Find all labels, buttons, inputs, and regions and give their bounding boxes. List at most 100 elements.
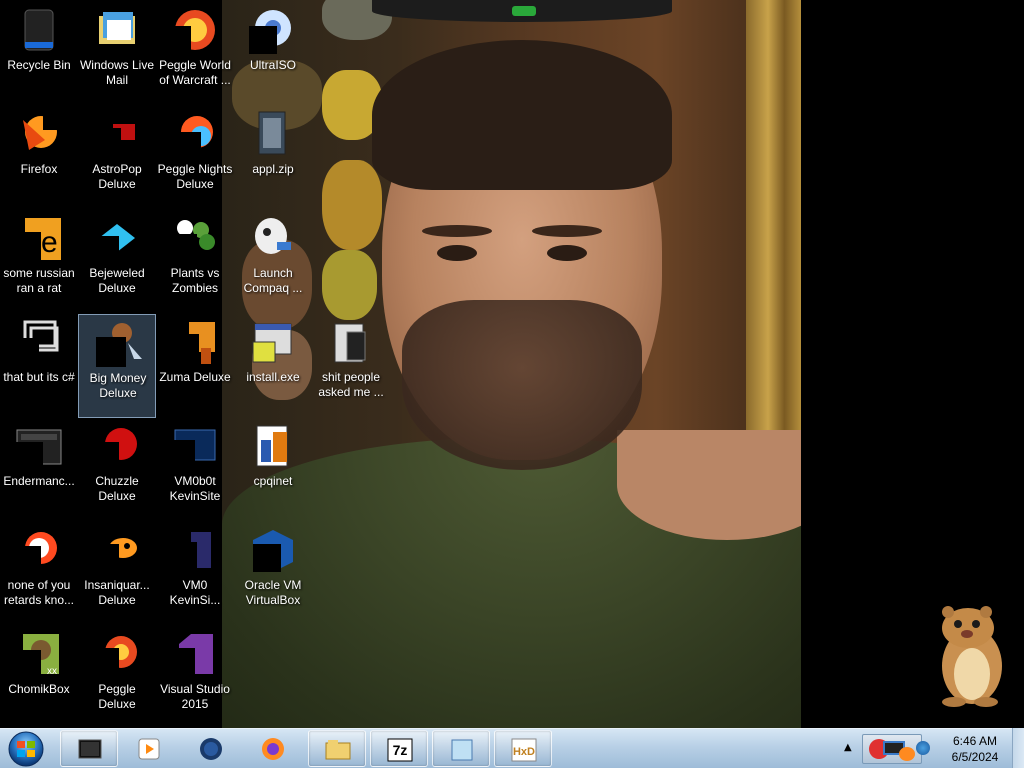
desktop-icon[interactable]: VM0b0t KevinSite	[156, 418, 234, 522]
hxd-icon: HxD	[511, 738, 537, 762]
desktop-icon[interactable]: Big Money Deluxe	[78, 314, 156, 418]
tray-app-icon[interactable]	[862, 734, 922, 764]
desktop-icon-label: Bejeweled Deluxe	[89, 266, 145, 295]
desktop-icon-label: install.exe	[246, 370, 300, 384]
desktop-icon-label: Launch Compaq ...	[243, 266, 303, 295]
launch-compaq-icon	[255, 218, 291, 254]
desktop-icon[interactable]: Oracle VM VirtualBox	[234, 522, 312, 626]
cpqinet-icon	[256, 425, 288, 467]
desktop-icon-label: Endermanc...	[3, 474, 75, 488]
desktop-icon-label: AstroPop Deluxe	[92, 162, 142, 191]
desktop-icon-label: Visual Studio 2015	[160, 682, 230, 711]
chuzzle-deluxe-icon	[93, 428, 137, 470]
desktop-icon[interactable]: appl.zip	[234, 106, 312, 210]
show-hidden-icons-icon[interactable]: ▲	[844, 742, 856, 754]
start-button[interactable]	[4, 731, 48, 767]
zuma-deluxe-icon	[173, 322, 215, 366]
ultraiso-icon	[249, 10, 291, 54]
taskbar-button[interactable]	[182, 730, 240, 767]
desktop-icon-label: Insaniquar... Deluxe	[84, 578, 150, 607]
astropop-deluxe-icon	[93, 124, 135, 158]
taskbar: 7z HxD ▲	[0, 728, 1024, 768]
endermanch-icon	[15, 429, 62, 470]
desktop-icon[interactable]: Recycle Bin	[0, 2, 78, 106]
firefox-shortcut-icon	[15, 532, 57, 574]
taskbar-button[interactable]	[60, 730, 118, 767]
desktop-icon[interactable]: UltraISO	[234, 2, 312, 106]
desktop-icon[interactable]: Peggle World of Warcraft ...	[156, 2, 234, 106]
taskbar-clock[interactable]: 6:46 AM 6/5/2024	[935, 733, 1015, 765]
desktop-icon[interactable]: Launch Compaq ...	[234, 210, 312, 314]
windows-live-mail-icon	[99, 12, 135, 44]
plants-vs-zombies-icon	[171, 220, 215, 262]
desktop-icon-label: that but its c#	[3, 370, 75, 384]
desktop-icon[interactable]: AstroPop Deluxe	[78, 106, 156, 210]
hamster-icon[interactable]	[924, 604, 1010, 708]
desktop-icon-label: appl.zip	[252, 162, 294, 176]
desktop-icon-label: Peggle World of Warcraft ...	[159, 58, 231, 87]
firefox-icon	[262, 738, 284, 760]
desktop-icon-label: Plants vs Zombies	[170, 266, 220, 295]
taskbar-button[interactable]: HxD	[494, 730, 552, 767]
desktop-icon[interactable]: e some russian ran a rat	[0, 210, 78, 314]
chomikbox-icon: xx	[15, 634, 59, 678]
desktop-icon[interactable]: Zuma Deluxe	[156, 314, 234, 418]
desktop-icon[interactable]: cpqinet	[234, 418, 312, 522]
desktop-icon-label: Peggle Nights Deluxe	[157, 162, 233, 191]
desktop-icon-label: VM0 KevinSi...	[169, 578, 221, 607]
desktop-icon[interactable]: Firefox	[0, 106, 78, 210]
desktop-icon[interactable]: Bejeweled Deluxe	[78, 210, 156, 314]
desktop-icon[interactable]: shit people asked me ...	[312, 314, 390, 418]
desktop-icon[interactable]: Visual Studio 2015	[156, 626, 234, 730]
taskbar-button[interactable]	[120, 730, 178, 767]
svg-text:e: e	[41, 226, 58, 259]
bejeweled-deluxe-icon	[93, 224, 135, 262]
network-icon[interactable]	[916, 741, 930, 755]
taskbar-button[interactable]	[432, 730, 490, 767]
desktop-icon-label: none of you retards kno...	[3, 578, 75, 607]
desktop-icon[interactable]: Chuzzle Deluxe	[78, 418, 156, 522]
desktop-icon[interactable]: VM0 KevinSi...	[156, 522, 234, 626]
desktop-icon[interactable]: that but its c#	[0, 314, 78, 418]
desktop-icon[interactable]: xx ChomikBox	[0, 626, 78, 730]
desktop-icon[interactable]: Endermanc...	[0, 418, 78, 522]
media-player-icon	[138, 738, 160, 760]
clock-time: 6:46 AM	[952, 734, 998, 748]
desktop-icon-label: VM0b0t KevinSite	[169, 474, 221, 503]
file-explorer-icon	[325, 740, 351, 760]
desktop-icon[interactable]: none of you retards kno...	[0, 522, 78, 626]
vm0-icon	[171, 532, 211, 574]
desktop-icon-label: Zuma Deluxe	[159, 370, 231, 384]
peggle-world-of-warcraft-icon	[171, 10, 215, 54]
clock-date: 6/5/2024	[951, 750, 999, 764]
desktop-icon-label: some russian ran a rat	[3, 266, 75, 295]
russian-rat-icon: e	[15, 218, 61, 262]
black-window-icon	[78, 739, 102, 759]
insaniquarium-deluxe-icon	[93, 538, 137, 574]
desktop-icon-label: shit people asked me ...	[318, 370, 384, 399]
taskbar-button[interactable]: 7z	[370, 730, 428, 767]
svg-text:xx: xx	[47, 666, 57, 677]
desktop-icon-label: Recycle Bin	[7, 58, 71, 72]
peggle-nights-deluxe-icon	[171, 116, 213, 158]
desktop-icon[interactable]: Peggle Deluxe	[78, 626, 156, 730]
desktop-icon-label: Oracle VM VirtualBox	[244, 578, 302, 607]
virtualbox-icon	[253, 530, 293, 572]
desktop-icon[interactable]: Windows Live Mail	[78, 2, 156, 106]
taskbar-button-label: 7z	[393, 742, 408, 758]
big-money-deluxe-icon	[96, 323, 142, 367]
desktop-icon[interactable]: Plants vs Zombies	[156, 210, 234, 314]
desktop-icon-label: UltraISO	[249, 58, 296, 72]
desktop-icon-label: Big Money Deluxe	[89, 371, 147, 400]
desktop-icon[interactable]: Peggle Nights Deluxe	[156, 106, 234, 210]
taskbar-button[interactable]	[244, 730, 302, 767]
vm0b0t-icon	[171, 429, 216, 470]
peggle-deluxe-icon	[93, 636, 137, 678]
desktop-icon-label: ChomikBox	[8, 682, 70, 696]
globe-icon	[200, 738, 222, 760]
desktop-icon[interactable]: Insaniquar... Deluxe	[78, 522, 156, 626]
show-desktop-button[interactable]	[1012, 728, 1024, 768]
desktop-icon[interactable]: install.exe	[234, 314, 312, 418]
taskbar-button[interactable]	[308, 730, 366, 767]
folder-icon	[334, 323, 366, 363]
